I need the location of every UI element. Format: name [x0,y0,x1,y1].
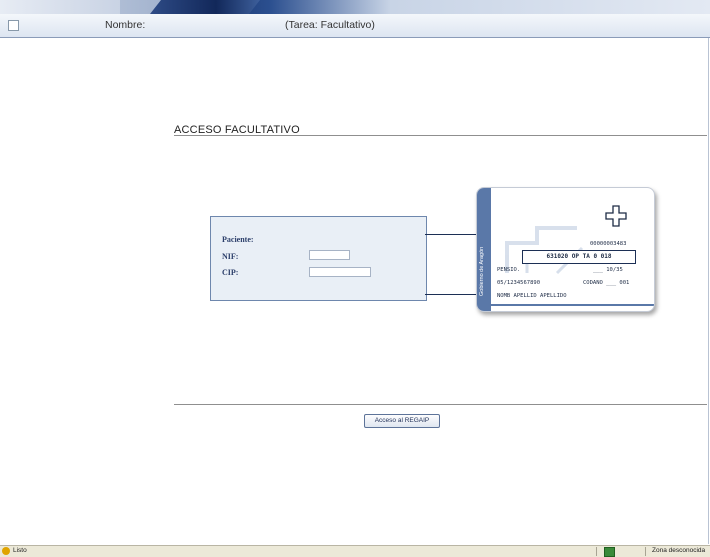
nif-input[interactable] [309,250,350,260]
health-card-illustration: Gobierno de Aragón 00000003483 631020 OP… [476,187,655,312]
acceso-regaip-button[interactable]: Acceso al REGAIP [364,414,440,428]
title-divider [174,135,707,136]
header-checkbox[interactable] [8,20,19,31]
security-zone-text: Zona desconocida [652,547,706,554]
card-strip-text: Gobierno de Aragón [479,246,485,296]
card-code-box: 631020 OP TA 0 018 [522,250,636,264]
patient-form: Paciente: NIF: CIP: [210,216,427,301]
window-top-bar [0,0,710,14]
card-name-line: NOMB APELLID APELLIDO [497,293,567,299]
top-bar-accent [150,0,260,14]
cip-input[interactable] [309,267,371,277]
card-line1-left: PENSIO. [497,267,521,273]
tarea-label: (Tarea: Facultativo) [285,19,375,31]
status-bar: Listo Zona desconocida [0,545,710,557]
nombre-label: Nombre: [105,19,146,31]
card-line2-left: 05/1234567890 [497,280,541,286]
card-line2-right: CODANO ___ 001 [583,280,630,286]
nif-label: NIF: [222,252,239,261]
page-header: Nombre: (Tarea: Facultativo) [0,14,710,38]
card-bottom-bar [491,304,654,306]
page-status-icon [2,547,10,555]
status-separator [645,547,646,556]
health-cross-icon [605,205,627,227]
card-line1-right: ___ 10/35 [593,267,623,273]
top-bar-left-segment [0,0,120,14]
footer-divider [174,404,707,405]
card-number: 00000003483 [590,241,627,247]
cip-label: CIP: [222,268,239,277]
status-separator [596,547,597,556]
paciente-label: Paciente: [222,235,254,244]
status-text: Listo [13,547,27,554]
